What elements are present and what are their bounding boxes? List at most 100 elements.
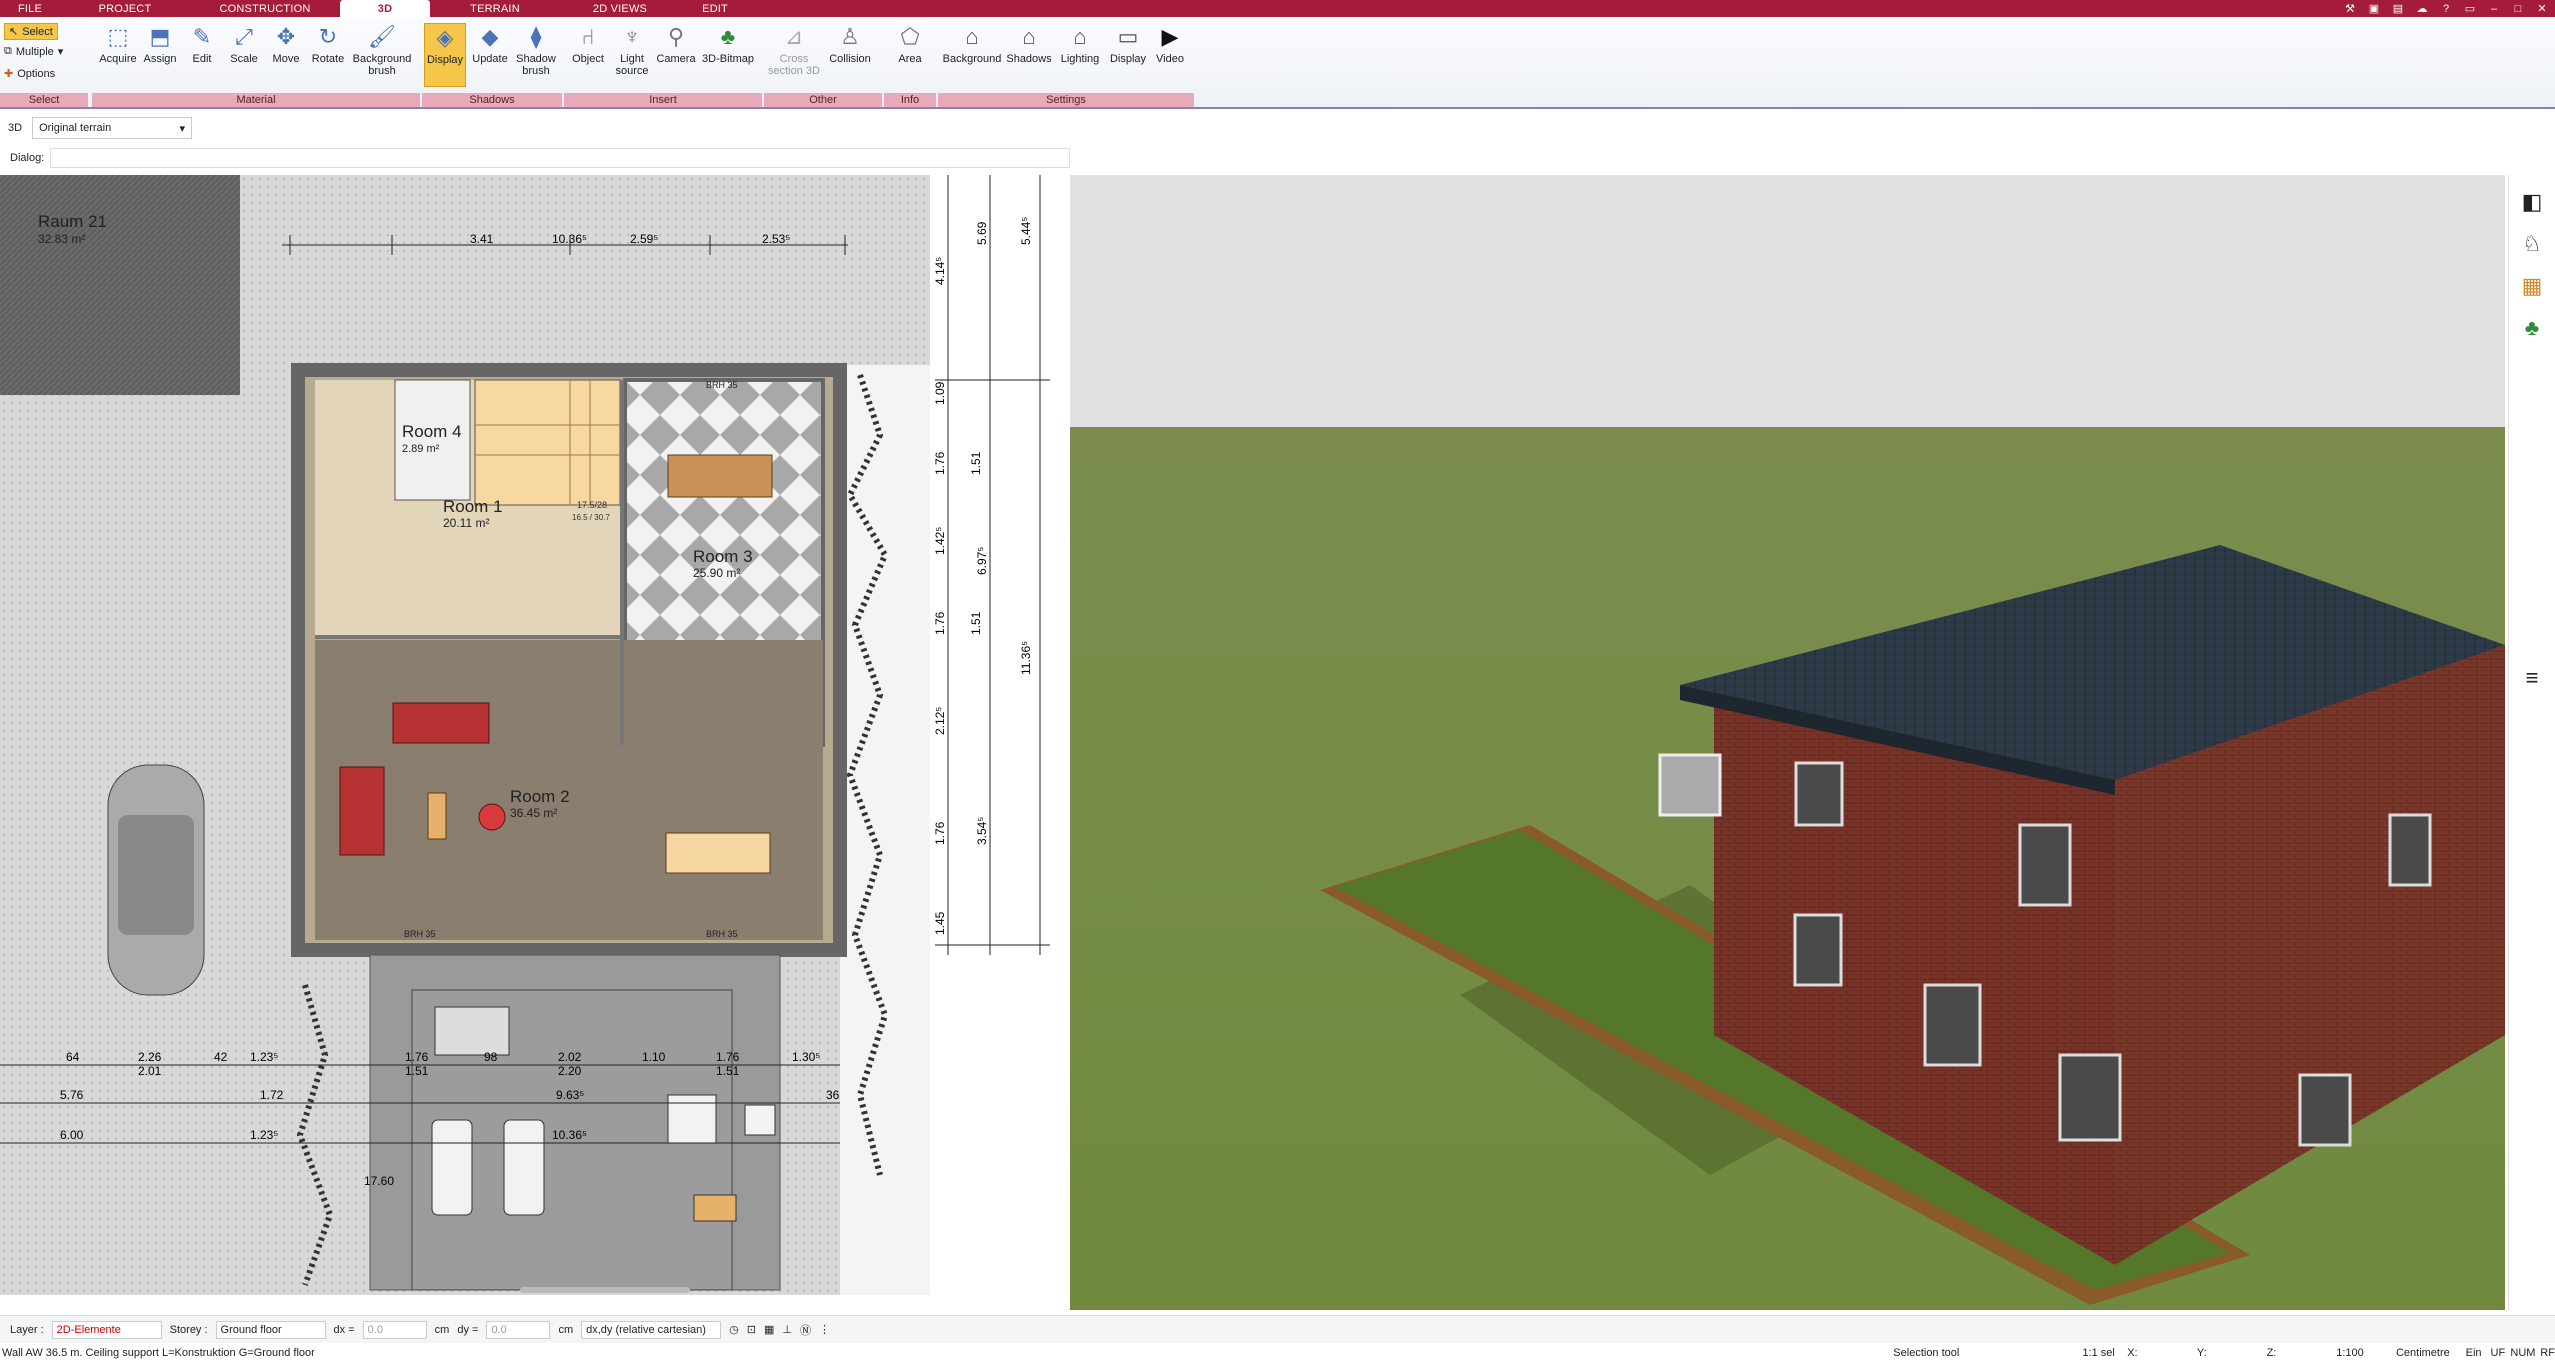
minimize-icon[interactable]: – — [2487, 3, 2501, 15]
dx-input[interactable]: 0.0 — [362, 1320, 427, 1339]
tab-project[interactable]: PROJECT — [60, 0, 190, 17]
room-label-raum21: Raum 21 — [38, 212, 107, 231]
video-button[interactable]: ▶ Video — [1150, 23, 1190, 87]
display-settings-button[interactable]: ▭ Display — [1106, 23, 1150, 87]
shadows-button[interactable]: ⌂ Shadows — [1004, 23, 1054, 87]
x-coord: X: — [2127, 1347, 2138, 1359]
dy-label: dy = — [457, 1323, 479, 1336]
north-icon[interactable]: Ⓝ — [800, 1322, 811, 1338]
dialog-input[interactable] — [50, 148, 1071, 168]
snap-icon[interactable]: ⊡ — [747, 1323, 756, 1336]
room-label-room4: Room 4 — [402, 422, 462, 441]
maximize-icon[interactable]: □ — [2511, 3, 2525, 15]
display-shadow-button[interactable]: ◈ Display — [424, 23, 466, 87]
y-coord: Y: — [2196, 1347, 2207, 1359]
dy-input[interactable]: 0.0 — [486, 1320, 551, 1339]
select-label: Select — [22, 25, 53, 38]
camera-button[interactable]: ⚲ Camera — [654, 23, 698, 87]
uf-indicator: UF — [2490, 1347, 2506, 1359]
unit-info: Centimetre — [2395, 1347, 2450, 1359]
round-chair[interactable] — [478, 803, 506, 831]
outdoor-stool[interactable] — [744, 1104, 776, 1136]
bitmap-button[interactable]: ♣ 3D-Bitmap — [698, 23, 758, 87]
3d-scene[interactable] — [1070, 175, 2505, 1310]
tab-3d[interactable]: 3D — [340, 0, 430, 17]
options-button[interactable]: ✚ Options — [4, 67, 55, 81]
more-icon[interactable]: ⋮ — [819, 1323, 830, 1336]
tab-2d-views[interactable]: 2D VIEWS — [560, 0, 680, 17]
cross-section-button[interactable]: ⊿ Cross section 3D — [768, 23, 820, 87]
dining-table[interactable] — [667, 454, 773, 498]
materials-icon[interactable]: ▦ — [2517, 271, 2547, 301]
folder-icon[interactable]: ▣ — [2367, 2, 2381, 15]
acquire-button[interactable]: ⬚ Acquire — [96, 23, 140, 87]
selection-count: 1:1 sel — [2082, 1347, 2115, 1359]
panel-toggle-icon[interactable]: ≡ — [2517, 663, 2547, 693]
bench-symbol[interactable] — [434, 1006, 510, 1056]
room-area-room1: 20.11 m² — [443, 516, 489, 530]
move-label: Move — [272, 53, 300, 65]
car-symbol[interactable] — [107, 764, 205, 996]
shadow-brush-button[interactable]: ⧫ Shadow brush — [512, 23, 560, 87]
right-panel-tools: ◧ ♘ ▦ ♣ ≡ — [2508, 175, 2555, 1310]
move-button[interactable]: ✥ Move — [264, 23, 308, 87]
layer-select[interactable]: 2D-Elemente — [51, 1320, 162, 1339]
tree-icon[interactable]: ♣ — [2517, 313, 2547, 343]
rotate-icon: ↻ — [318, 24, 338, 49]
sofa-symbol[interactable] — [392, 702, 490, 744]
background-button[interactable]: ⌂ Background — [942, 23, 1002, 87]
lounger-1[interactable] — [431, 1119, 473, 1216]
plan-horizontal-scrollbar[interactable] — [520, 1287, 690, 1293]
folder2-icon[interactable]: ▤ — [2391, 2, 2405, 15]
dim-bottom-11: 1.51 — [405, 1064, 429, 1078]
background-brush-button[interactable]: 🖌 Background brush — [348, 23, 416, 87]
dim-bottom-14: 2.20 — [558, 1064, 582, 1078]
dim-bottom-3: 2.01 — [138, 1064, 162, 1078]
dim-right-12: 11.36⁵ — [1019, 641, 1033, 675]
side-table[interactable] — [427, 792, 447, 840]
terrain-select[interactable]: Original terrain ▾ — [32, 117, 193, 139]
scale-button[interactable]: ⤢ Scale — [222, 23, 266, 87]
select-button[interactable]: ↖ Select — [4, 23, 58, 40]
scale-icon: ⤢ — [235, 24, 253, 49]
object-button[interactable]: ⑁ Object — [566, 23, 610, 87]
table-2[interactable] — [665, 832, 771, 874]
clock-icon[interactable]: ◷ — [729, 1323, 739, 1336]
multiple-button[interactable]: ⧉ Multiple ▾ — [4, 45, 63, 58]
lighting-button[interactable]: ⌂ Lighting — [1056, 23, 1104, 87]
tab-terrain[interactable]: TERRAIN — [430, 0, 560, 17]
help-icon[interactable]: ? — [2439, 3, 2453, 15]
update-button[interactable]: ◆ Update — [468, 23, 512, 87]
coordinate-mode-select[interactable]: dx,dy (relative cartesian) — [581, 1320, 722, 1339]
assign-button[interactable]: ⬒ Assign — [138, 23, 182, 87]
floor-plan-canvas[interactable]: Raum 21 32.83 m² 17.5/28 16.5 / 30.7 Roo… — [0, 175, 1065, 1295]
chair-icon: ⑁ — [581, 24, 595, 49]
lounger-2[interactable] — [503, 1119, 545, 1216]
layers-icon[interactable]: ◧ — [2517, 187, 2547, 217]
armchair-symbol[interactable] — [339, 766, 385, 856]
light-icon: ♆ — [623, 24, 641, 49]
grid-icon[interactable]: ▦ — [764, 1323, 774, 1336]
chair-icon[interactable]: ♘ — [2517, 229, 2547, 259]
tab-file[interactable]: FILE — [0, 0, 60, 17]
floor-plan-view[interactable]: Raum 21 32.83 m² 17.5/28 16.5 / 30.7 Roo… — [0, 175, 1065, 1295]
collision-button[interactable]: ♙ Collision — [824, 23, 876, 87]
edit-button[interactable]: ✎ Edit — [180, 23, 224, 87]
group-label-settings: Settings — [938, 93, 1194, 107]
tools-icon[interactable]: ⚒ — [2343, 2, 2357, 15]
brh-label-3: BRH 35 — [706, 380, 738, 390]
ortho-icon[interactable]: ⊥ — [782, 1323, 792, 1336]
tab-construction[interactable]: CONSTRUCTION — [190, 0, 340, 17]
3d-view[interactable] — [1070, 175, 2505, 1310]
light-source-button[interactable]: ♆ Light source — [610, 23, 654, 87]
outdoor-table[interactable] — [667, 1094, 717, 1144]
restore-icon[interactable]: ▭ — [2463, 2, 2477, 15]
grill-symbol[interactable] — [693, 1194, 737, 1222]
cursor-icon: ↖ — [9, 26, 19, 38]
tab-edit[interactable]: EDIT — [680, 0, 750, 17]
storey-select[interactable]: Ground floor — [215, 1320, 326, 1339]
cloud-icon[interactable]: ☁ — [2415, 2, 2429, 15]
rotate-button[interactable]: ↻ Rotate — [306, 23, 350, 87]
area-button[interactable]: ⬠ Area — [888, 23, 932, 87]
close-icon[interactable]: ✕ — [2535, 2, 2549, 15]
